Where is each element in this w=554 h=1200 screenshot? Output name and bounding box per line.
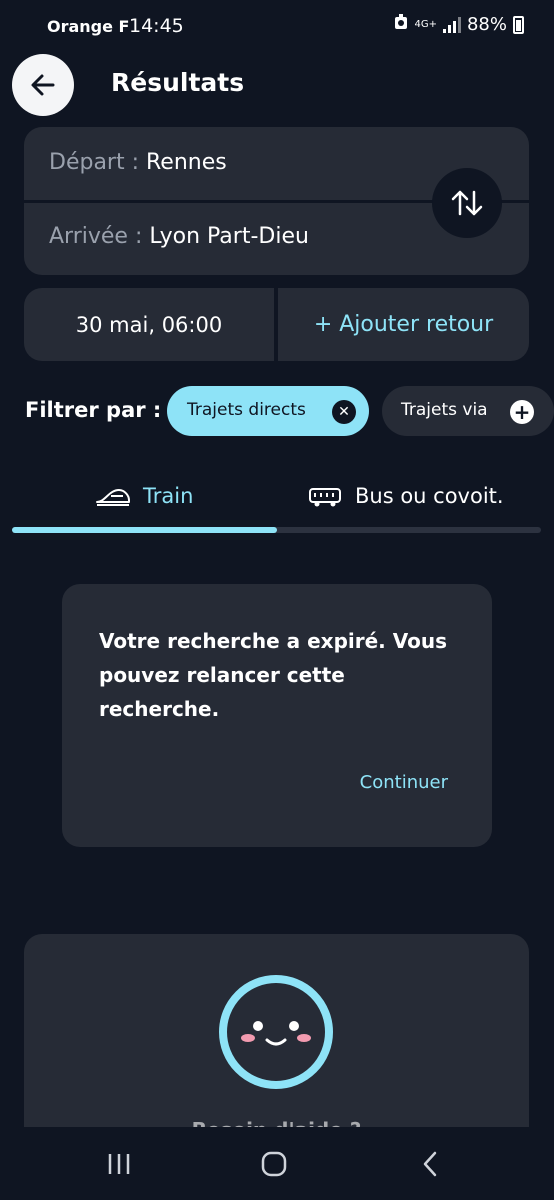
tab-bus-label: Bus ou covoit. [355,484,504,508]
smiley-icon [219,975,333,1089]
filter-chip-direct[interactable]: Trajets directs ✕ [167,386,369,436]
status-icons: 4G+ 88% [394,14,524,35]
swap-button[interactable] [432,168,502,238]
bus-icon [309,488,341,507]
signal-icon [442,16,461,33]
add-return-button[interactable]: + Ajouter retour [278,288,529,361]
arrival-field[interactable]: Arrivée : Lyon Part-Dieu [49,224,309,249]
departure-field[interactable]: Départ : Rennes [49,150,227,175]
swap-vertical-icon [451,190,483,216]
home-icon [261,1151,287,1177]
recent-apps-button[interactable] [89,1145,149,1183]
battery-icon [513,15,524,34]
close-icon[interactable]: ✕ [332,400,356,424]
recent-apps-icon [108,1154,130,1174]
chevron-left-icon [423,1151,437,1177]
route-card: Départ : Rennes Arrivée : Lyon Part-Dieu [24,127,529,275]
tab-train-label: Train [143,484,194,508]
filter-label: Filtrer par : [25,398,162,422]
filter-chip-via[interactable]: Trajets via + [382,386,554,436]
expired-search-dialog: Votre recherche a expiré. Vous pouvez re… [62,584,492,847]
filter-chip-direct-label: Trajets directs [187,400,306,420]
system-nav-bar [0,1127,554,1200]
carrier-name: Orange F [47,17,130,36]
arrow-left-icon [31,74,55,96]
page-title: Résultats [111,68,245,97]
tab-indicator [12,527,277,533]
clock: 14:45 [129,15,184,37]
back-button[interactable] [12,54,74,116]
outbound-date-button[interactable]: 30 mai, 06:00 [24,288,274,361]
train-icon [96,489,130,506]
plus-icon[interactable]: + [510,400,534,424]
network-type: 4G+ [414,18,437,30]
filter-chip-via-label: Trajets via [401,400,488,420]
arrival-value: Lyon Part-Dieu [149,224,309,249]
tab-bus[interactable]: Bus ou covoit. [307,476,504,516]
tab-train[interactable]: Train [95,476,193,516]
data-saver-icon [394,14,408,35]
arrival-label: Arrivée : [49,224,143,249]
back-nav-button[interactable] [400,1145,460,1183]
dialog-message: Votre recherche a expiré. Vous pouvez re… [99,629,447,721]
departure-label: Départ : [49,150,139,175]
departure-value: Rennes [146,150,227,175]
status-bar: Orange F 14:45 4G+ 88% [0,0,554,56]
continue-button[interactable]: Continuer [360,772,448,793]
home-button[interactable] [244,1145,304,1183]
battery-level: 88% [466,14,507,35]
